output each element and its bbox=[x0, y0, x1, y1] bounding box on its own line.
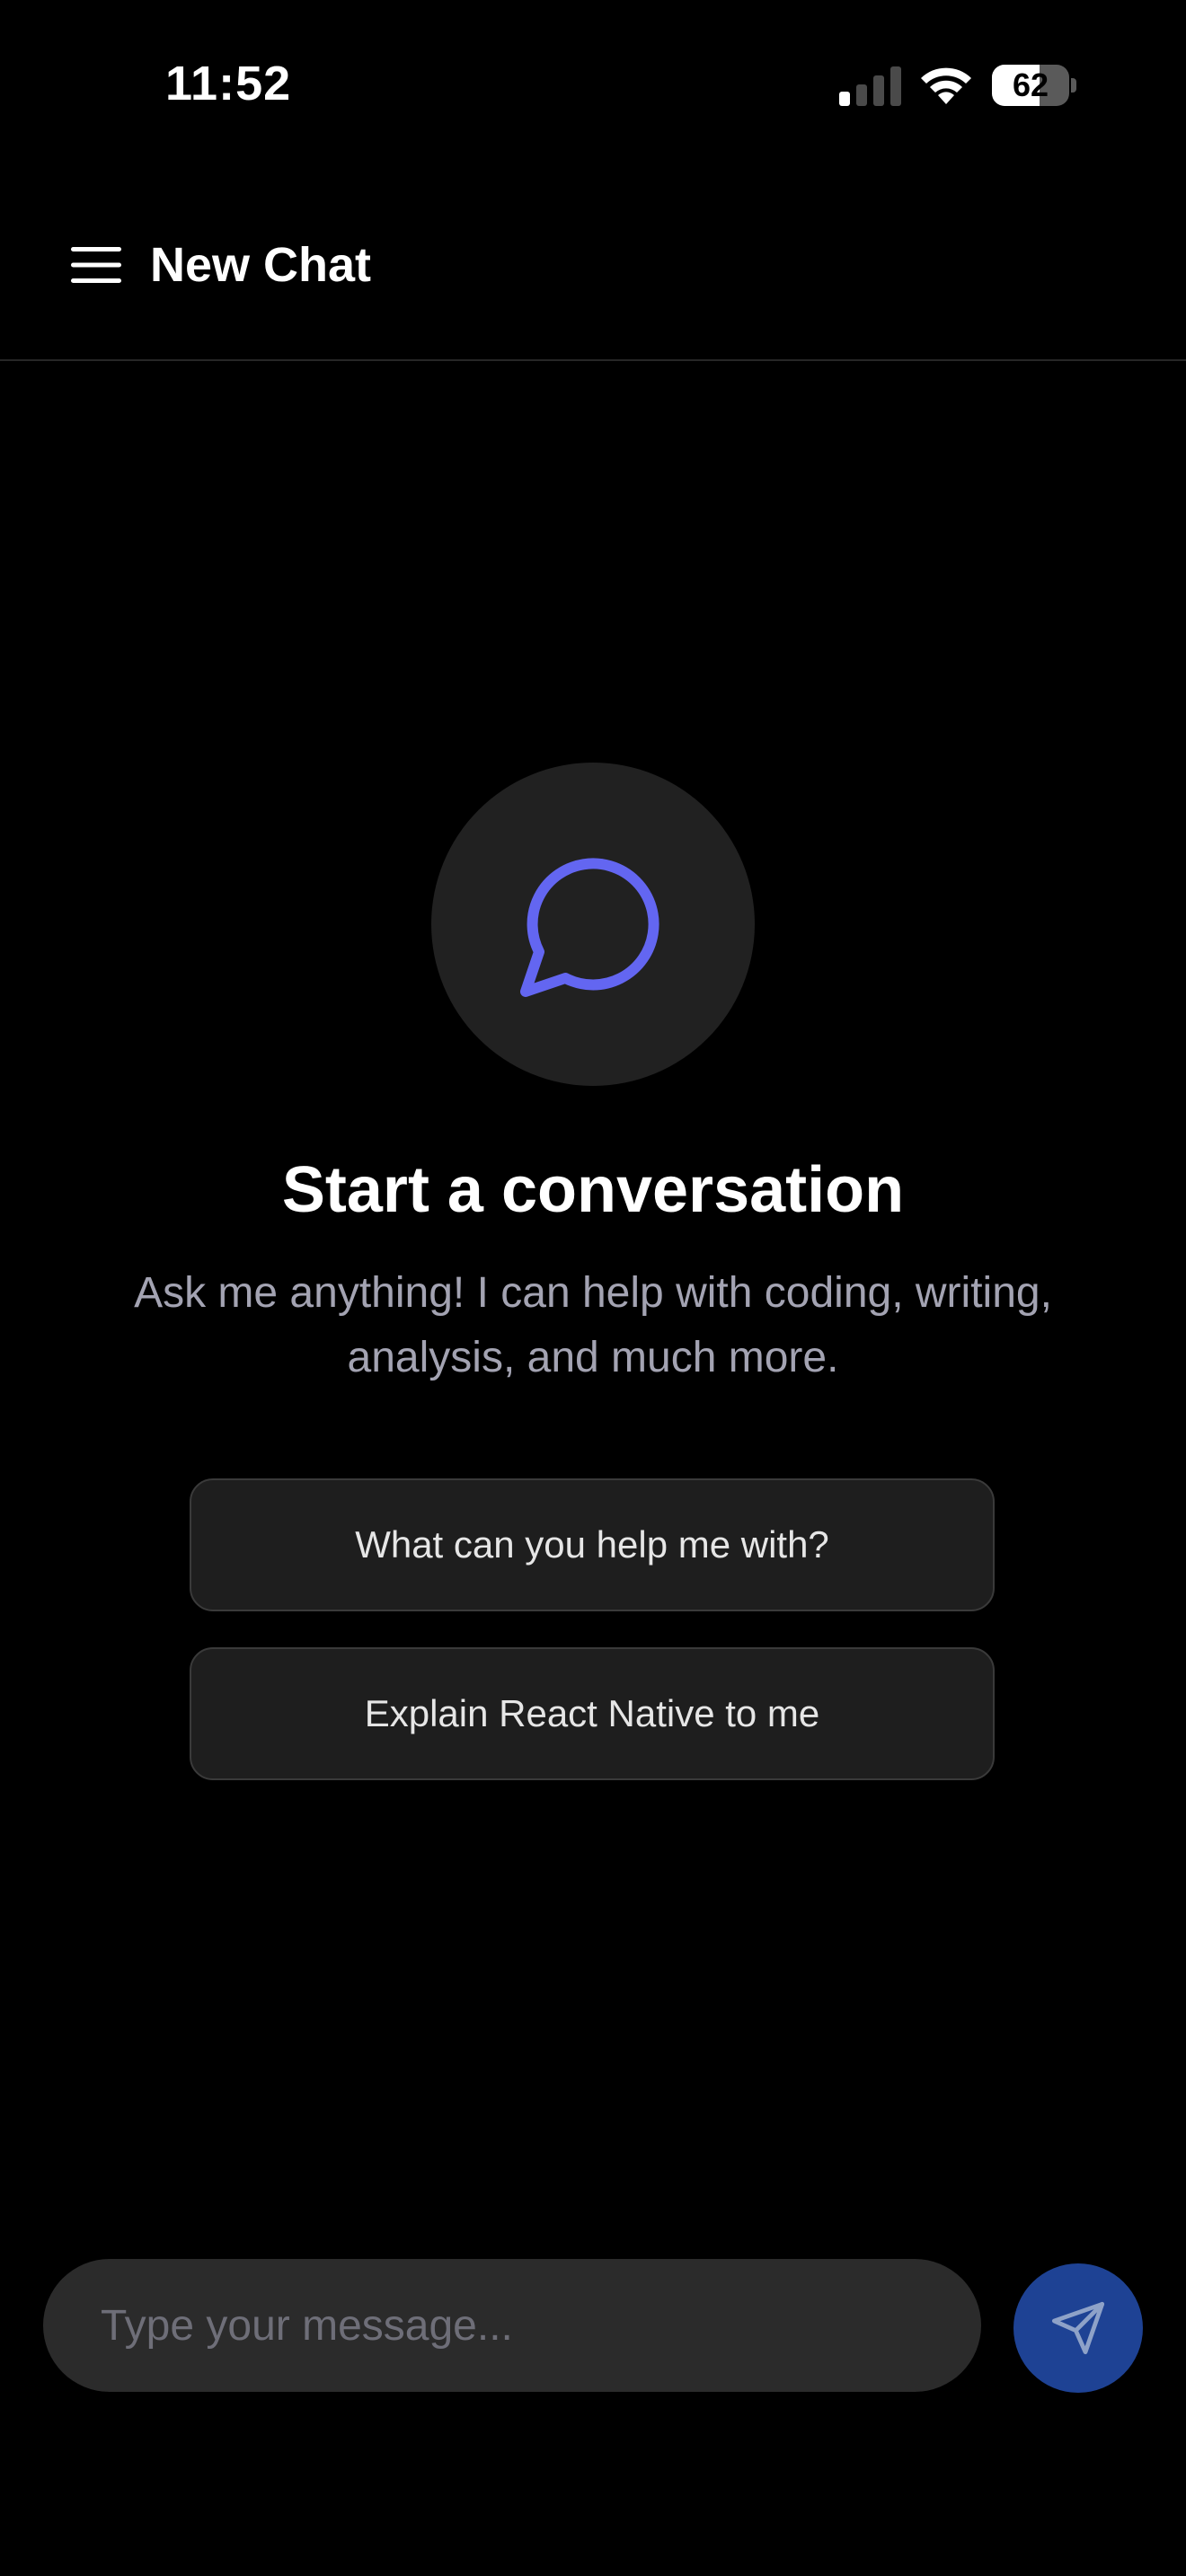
suggestion-button[interactable]: What can you help me with? bbox=[190, 1478, 995, 1611]
empty-state-subtitle: Ask me anything! I can help with coding,… bbox=[134, 1269, 1052, 1381]
signal-icon bbox=[839, 66, 901, 106]
hamburger-menu-icon bbox=[71, 247, 121, 283]
menu-button[interactable] bbox=[63, 232, 129, 298]
app-header: New Chat bbox=[0, 171, 1186, 361]
chat-bubble-icon bbox=[520, 858, 659, 997]
wifi-icon bbox=[921, 67, 971, 104]
empty-state-icon-container bbox=[431, 763, 755, 1086]
battery-level: 62 bbox=[1012, 66, 1049, 103]
suggestion-button[interactable]: Explain React Native to me bbox=[190, 1647, 995, 1780]
page-title: New Chat bbox=[150, 238, 372, 292]
message-input[interactable] bbox=[43, 2259, 981, 2392]
send-icon bbox=[1051, 2301, 1105, 2355]
send-button[interactable] bbox=[1013, 2263, 1143, 2393]
status-bar: 11:52 62 bbox=[0, 0, 1186, 171]
empty-state-title: Start a conversation bbox=[281, 1154, 905, 1226]
battery-icon: 62 bbox=[992, 65, 1078, 106]
status-time: 11:52 bbox=[165, 57, 292, 110]
